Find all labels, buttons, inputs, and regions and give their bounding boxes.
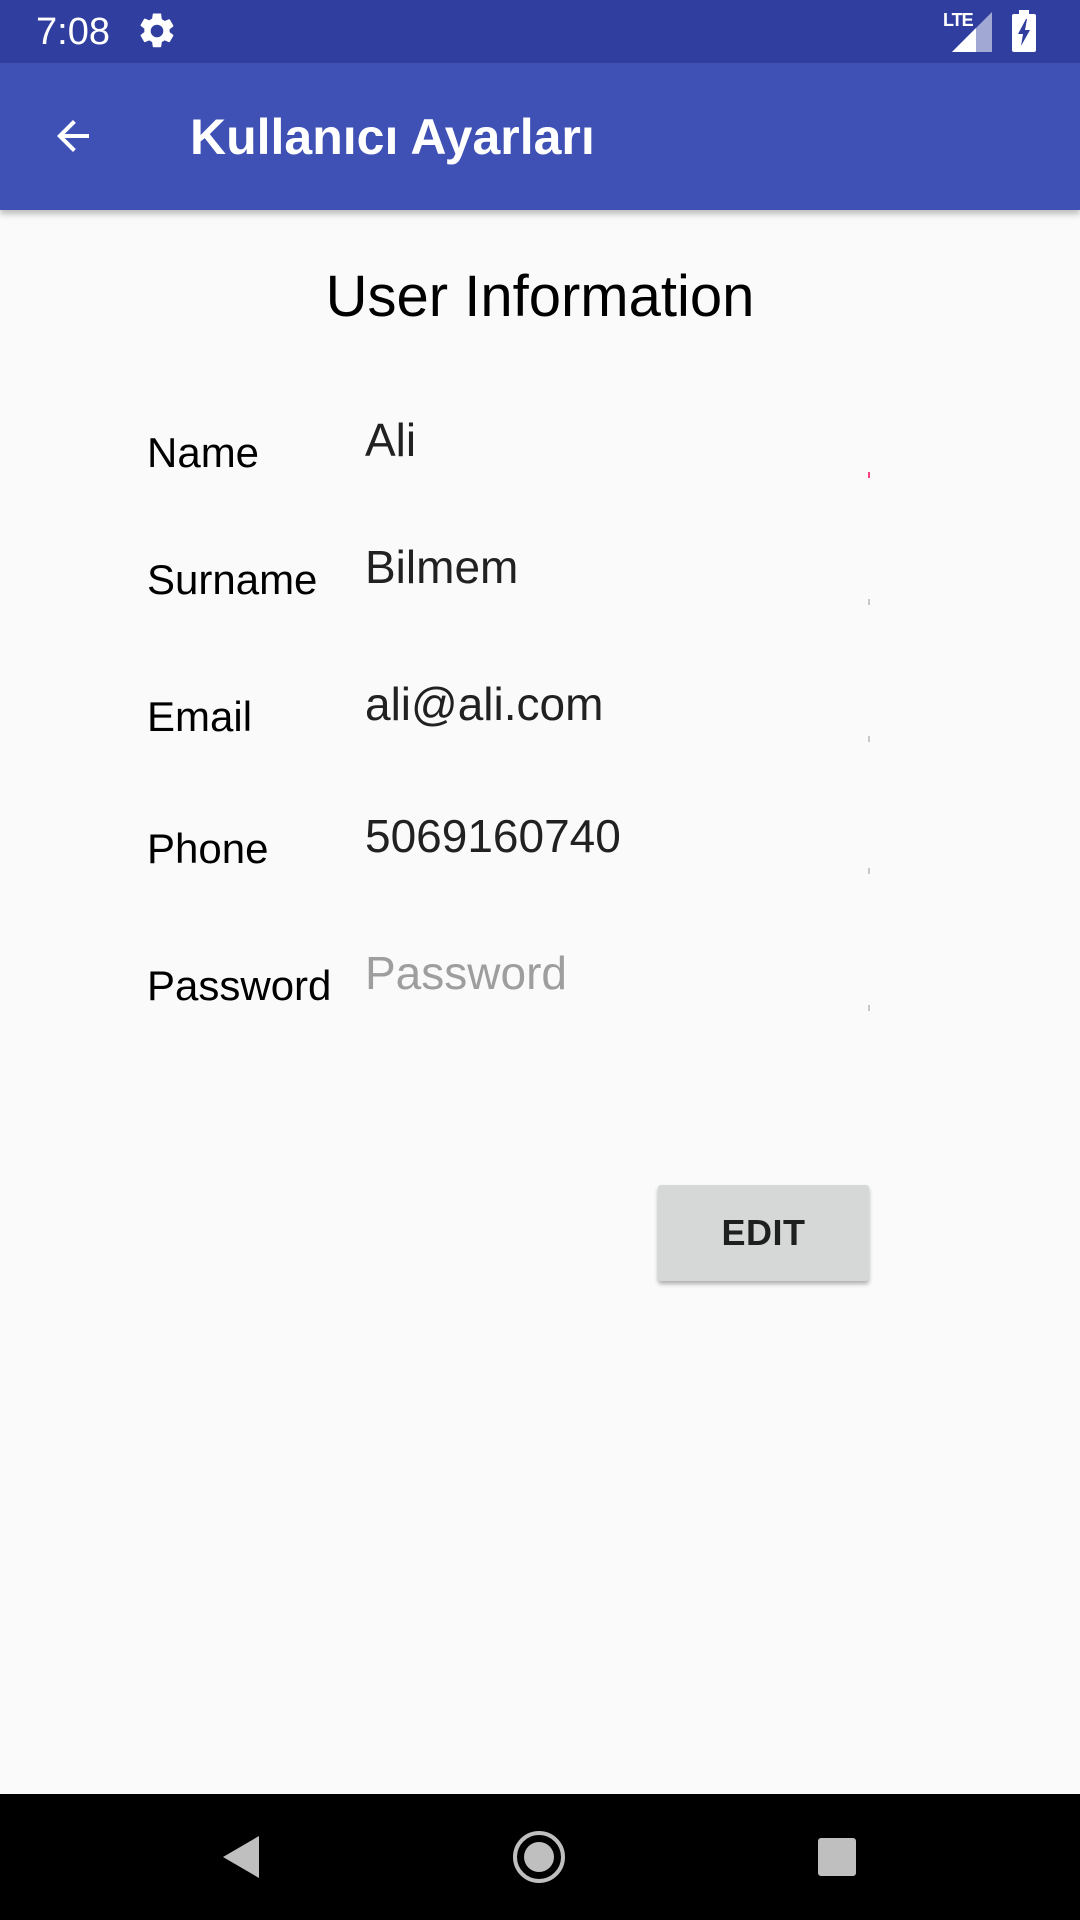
home-circle-icon (513, 1831, 565, 1883)
phone-field-underline (868, 868, 870, 874)
email-label: Email (147, 693, 253, 740)
status-time: 7:08 (36, 11, 110, 53)
recents-square-icon (818, 1838, 856, 1876)
name-field[interactable]: Ali (365, 412, 865, 468)
phone-label: Phone (147, 825, 269, 872)
gear-icon (140, 13, 174, 48)
password-field-underline (868, 1005, 870, 1011)
nav-recents-button[interactable] (802, 1822, 872, 1892)
surname-field-underline (868, 599, 870, 605)
back-button[interactable] (30, 93, 116, 179)
app-title: Kullanıcı Ayarları (190, 109, 595, 165)
password-field[interactable] (365, 938, 870, 1008)
back-triangle-icon (223, 1836, 259, 1878)
name-label: Name (147, 429, 260, 476)
phone-field[interactable]: 5069160740 (365, 808, 865, 864)
signal-icon (952, 12, 992, 52)
status-bar: 7:08 LTE (0, 0, 1080, 63)
app-bar: Kullanıcı Ayarları (0, 63, 1080, 210)
surname-label: Surname (147, 556, 318, 603)
arrow-back-icon (57, 120, 89, 152)
surname-field[interactable]: Bilmem (365, 539, 865, 595)
edit-button[interactable]: EDIT (658, 1185, 869, 1281)
nav-bar (0, 1794, 1080, 1920)
email-field[interactable]: ali@ali.com (365, 676, 865, 732)
nav-home-button[interactable] (504, 1822, 574, 1892)
battery-charging-icon (1012, 10, 1036, 52)
password-label: Password (147, 962, 332, 1009)
name-field-underline (868, 472, 870, 478)
page-heading: User Information (325, 264, 755, 329)
nav-back-button[interactable] (206, 1822, 276, 1892)
email-field-underline (868, 736, 870, 742)
